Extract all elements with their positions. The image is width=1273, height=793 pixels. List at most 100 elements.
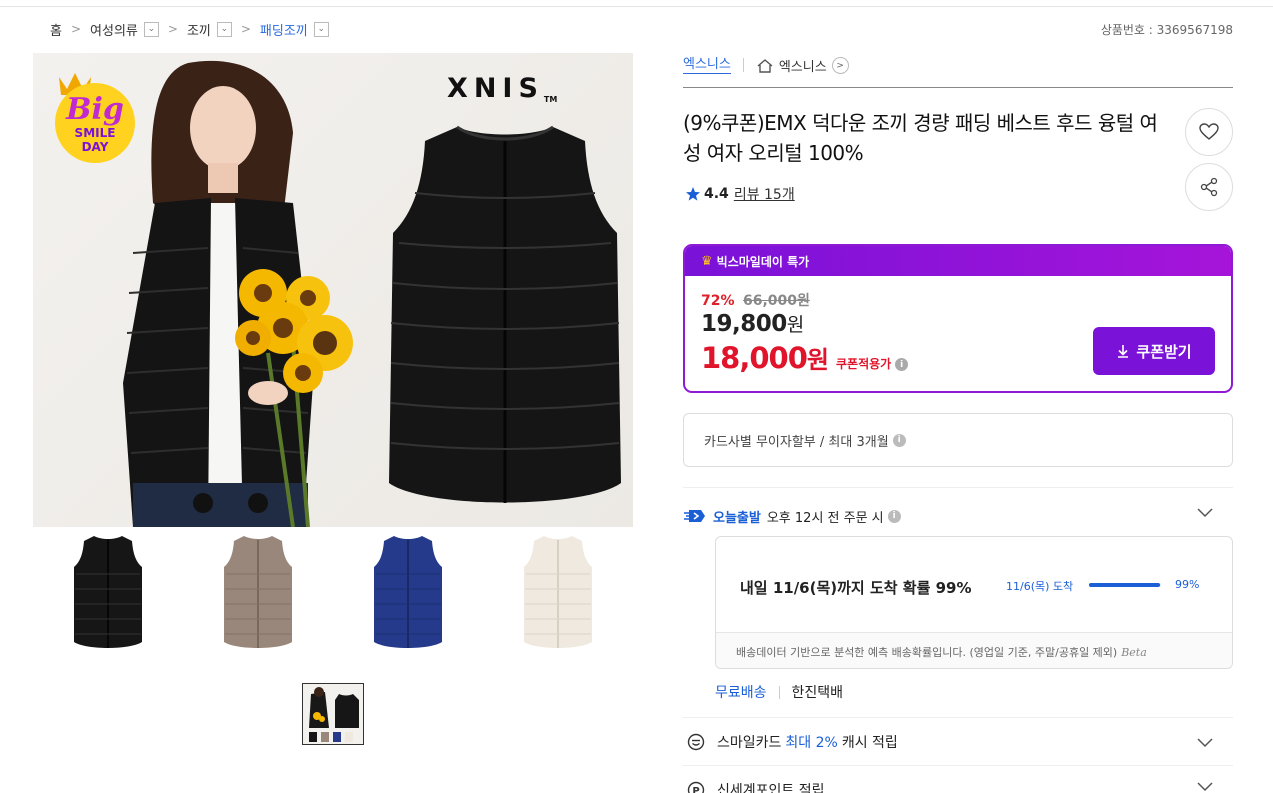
sale-price-amount: 19,800 (701, 311, 787, 337)
coupon-price-unit: 원 (806, 346, 829, 374)
svg-text:P: P (692, 786, 699, 793)
shinsegae-point-label: 신세계포인트 적립 (717, 783, 825, 793)
top-divider (0, 6, 1273, 7)
seller-shop-link[interactable]: 엑스니스 (683, 56, 731, 74)
chevron-right-icon: > (167, 22, 178, 36)
vest-navy-icon (374, 535, 442, 648)
store-link[interactable]: 엑스니스 > (756, 56, 849, 75)
vest-ivory-icon (524, 535, 592, 648)
share-icon (1200, 177, 1218, 197)
delivery-note-text: 배송데이터 기반으로 분석한 예측 배송확률입니다. (영업일 기준, 주말/공… (736, 646, 1118, 659)
brand-tm-mark: TM (543, 95, 558, 104)
chevron-down-icon[interactable] (1197, 778, 1213, 793)
fast-delivery-icon (684, 510, 705, 522)
vest-taupe-icon (224, 535, 292, 648)
thumbnail-preview-icon (303, 684, 363, 744)
divider (683, 717, 1233, 718)
delivery-estimate-box: 내일 11/6(목)까지 도착 확률 99% 11/6(목) 도착 99% 배송… (715, 536, 1233, 669)
breadcrumb-home-label[interactable]: 홈 (50, 20, 62, 39)
arrival-date: 11/6(목) 도착 (1006, 580, 1074, 593)
smile-icon (687, 733, 705, 751)
image-thumbnail[interactable] (302, 683, 364, 745)
price-box: ♛ 빅스마일데이 특가 72% 66,000원 19,800원 18,000 원 … (683, 244, 1233, 393)
reviews-link[interactable]: 리뷰 15개 (734, 184, 795, 204)
today-shipping-label: 오늘출발 (713, 510, 761, 526)
chevron-down-icon[interactable] (1197, 734, 1213, 750)
breadcrumb-category-2-label[interactable]: 조끼 (187, 20, 211, 39)
carrier-name: 한진택배 (791, 685, 844, 701)
breadcrumb-category-3[interactable]: 패딩조끼 ⌄ (260, 20, 329, 39)
variant-navy[interactable] (333, 530, 483, 655)
get-coupon-label[interactable]: 쿠폰받기 (1136, 341, 1191, 362)
download-icon (1118, 345, 1129, 358)
chevron-right-icon: > (70, 22, 82, 36)
probability-percent: 99% (1175, 578, 1200, 591)
smilecard-rate: 최대 2% (785, 735, 838, 751)
star-icon (686, 187, 700, 201)
divider (778, 685, 780, 699)
breadcrumb-home[interactable]: 홈 (50, 20, 62, 39)
smilecard-label: 스마일카드 (717, 735, 782, 751)
arrival-estimate: 내일 11/6(목)까지 도착 확률 99% (740, 579, 972, 597)
variant-ivory[interactable] (483, 530, 633, 655)
get-coupon-button[interactable]: 쿠폰받기 (1093, 327, 1215, 375)
color-variants (33, 530, 633, 655)
store-name[interactable]: 엑스니스 (779, 56, 827, 75)
free-shipping-label: 무료배송 (715, 685, 767, 701)
breadcrumb-category-1-label[interactable]: 여성의류 (90, 20, 138, 39)
chevron-down-icon[interactable]: ⌄ (313, 21, 329, 37)
original-price: 66,000원 (742, 293, 810, 309)
coupon-price: 18,000 원 쿠폰적용가 i (701, 340, 909, 375)
wishlist-button[interactable] (1185, 108, 1233, 156)
sale-price: 19,800원 (701, 310, 804, 337)
divider (683, 487, 1233, 488)
badge-day-text: DAY (82, 140, 109, 154)
event-label: 빅스마일데이 특가 (716, 254, 810, 269)
divider (742, 58, 744, 72)
shipping-method: 무료배송 한진택배 (715, 682, 843, 702)
beta-label: Beta (1121, 646, 1147, 659)
probability-bar-fill (1089, 583, 1161, 587)
vest-black-icon (74, 535, 142, 648)
discount-percent: 72% (701, 293, 735, 309)
chevron-down-icon[interactable]: ⌄ (143, 21, 159, 37)
installment-text: 카드사별 무이자할부 / 최대 3개월 (704, 434, 889, 450)
event-header: ♛ 빅스마일데이 특가 (685, 246, 1231, 276)
coupon-price-note-text: 쿠폰적용가 (836, 357, 892, 371)
info-icon[interactable]: i (887, 509, 901, 523)
coupon-price-amount: 18,000 (701, 341, 808, 375)
badge-smile-text: SMILE (75, 126, 116, 140)
brand-logo-text: XNIS (447, 73, 544, 104)
chevron-right-icon[interactable]: > (831, 57, 849, 74)
main-product-image[interactable]: XNISTM Big SMILE DAY (33, 53, 633, 527)
chevron-down-icon[interactable]: ⌄ (216, 21, 232, 37)
seller-bar: 엑스니스 엑스니스 > (683, 53, 1233, 88)
point-icon: P (687, 781, 705, 793)
variant-taupe[interactable] (183, 530, 333, 655)
chevron-down-icon[interactable] (1197, 504, 1213, 520)
product-number: 상품번호 : 3369567198 (1100, 23, 1233, 37)
product-title: (9%쿠폰)EMX 덕다운 조끼 경량 패딩 베스트 후드 융털 여성 여자 오… (683, 111, 1158, 165)
home-icon (757, 58, 773, 73)
badge-big-text: Big (65, 92, 124, 127)
big-smile-day-badge-icon: Big SMILE DAY (55, 73, 135, 163)
breadcrumb-category-3-label[interactable]: 패딩조끼 (260, 20, 308, 39)
rating-score: 4.4 (704, 186, 729, 202)
breadcrumb-category-2[interactable]: 조끼 ⌄ (187, 20, 232, 39)
discount-line: 72% 66,000원 (701, 290, 810, 310)
brand-logo: XNISTM (447, 73, 557, 104)
breadcrumb-category-1[interactable]: 여성의류 ⌄ (90, 20, 159, 39)
today-shipping-row[interactable]: 오늘출발 오후 12시 전 주문 시 i (683, 504, 1233, 528)
variant-black[interactable] (33, 530, 183, 655)
smilecard-benefit-row[interactable]: 스마일카드 최대 2% 캐시 적립 (683, 730, 1233, 754)
installment-box[interactable]: 카드사별 무이자할부 / 최대 3개월 i (683, 413, 1233, 467)
vest-product-photo (389, 125, 621, 503)
divider (683, 765, 1233, 766)
info-icon[interactable]: i (895, 358, 909, 371)
share-button[interactable] (1185, 163, 1233, 211)
shinsegae-point-row[interactable]: P 신세계포인트 적립 (683, 778, 1233, 793)
info-icon[interactable]: i (892, 433, 906, 447)
probability-bar (1089, 583, 1161, 587)
smilecard-suffix: 캐시 적립 (841, 735, 898, 751)
delivery-note: 배송데이터 기반으로 분석한 예측 배송확률입니다. (영업일 기준, 주말/공… (716, 632, 1232, 668)
